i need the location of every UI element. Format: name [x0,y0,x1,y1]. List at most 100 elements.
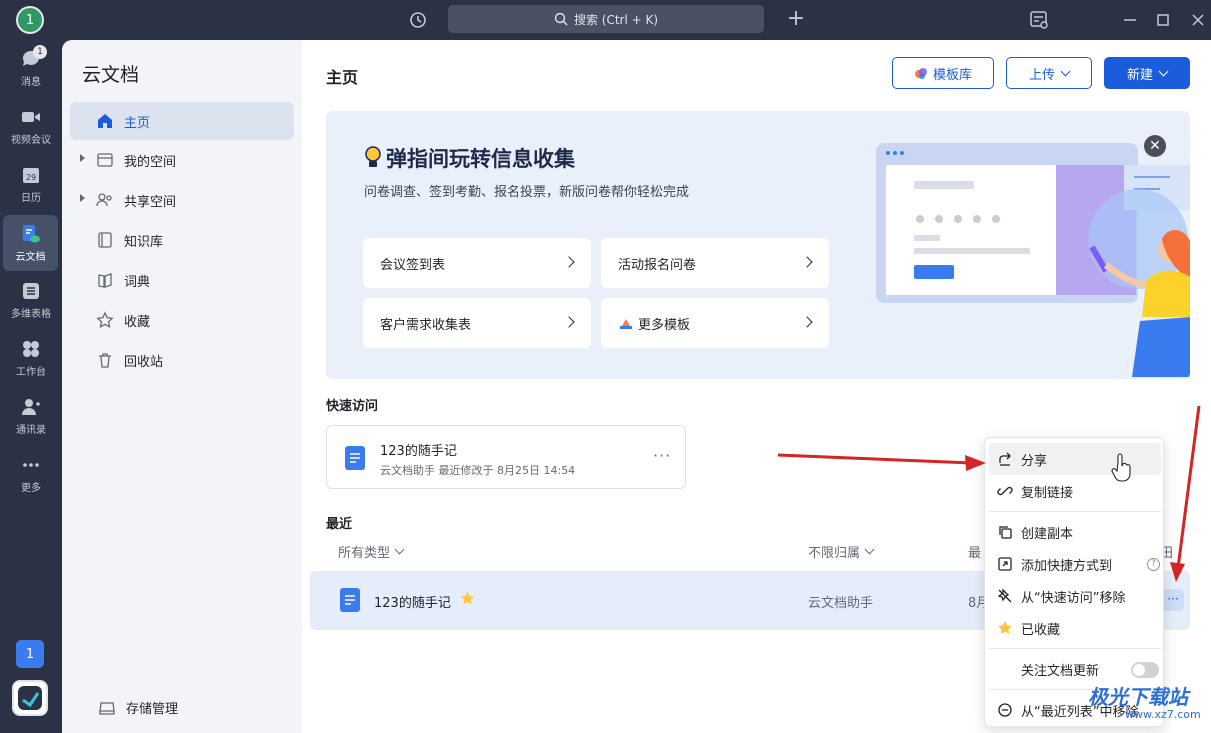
document-icon [340,588,360,612]
nav-more[interactable]: 更多 [0,446,62,502]
chevron-right-icon [801,256,813,268]
nav-messages[interactable]: 消息 1 [0,40,62,96]
sidebar-item-label: 词典 [124,274,151,290]
template-card[interactable]: 客户需求收集表 [363,298,591,348]
add-tab-icon[interactable]: + [784,7,808,31]
menu-item-duplicate[interactable]: 创建副本 [989,516,1161,548]
menu-item-remove-quick-access[interactable]: 从“快速访问”移除 [989,580,1161,612]
sidebar-item-favorites[interactable]: 收藏 [70,301,294,339]
workbench-icon [23,341,39,357]
new-button[interactable]: 新建 [1104,57,1190,89]
minimize-icon[interactable] [1118,8,1142,32]
sidebar-item-knowledge[interactable]: 知识库 [70,221,294,259]
banner-illustration [876,143,1190,377]
more-options-icon[interactable]: ··· [653,446,671,465]
upload-button[interactable]: 上传 [1006,57,1092,89]
sidebar-item-my-space[interactable]: 我的空间 [70,141,294,179]
shared-icon [96,193,112,207]
quick-access-card[interactable]: 123的随手记 云文档助手 最近修改于 8月25日 14:54 ··· [326,425,686,489]
notification-settings-icon[interactable] [1027,8,1051,32]
sidebar-item-trash[interactable]: 回收站 [70,341,294,379]
menu-divider [989,648,1161,649]
chevron-right-icon [801,316,813,328]
sidebar-item-label: 主页 [124,115,151,131]
storage-management[interactable]: 存储管理 [98,698,178,717]
nav-video[interactable]: 视频会议 [0,98,62,154]
column-header-partial[interactable]: 最 [968,542,981,561]
help-icon[interactable]: ? [1147,558,1160,571]
contacts-icon [22,399,40,415]
menu-item-add-shortcut[interactable]: 添加快捷方式到 ? [989,548,1161,580]
doc-name[interactable]: 123的随手记 [374,592,451,611]
star-icon [96,311,114,329]
sidebar-item-dictionary[interactable]: 词典 [70,261,294,299]
table-icon [23,283,39,299]
templates-icon [620,319,632,329]
svg-text:29: 29 [26,173,36,182]
expand-caret-icon[interactable] [80,194,85,202]
sidebar-item-label: 共享空间 [124,194,177,210]
dictionary-icon [98,273,112,288]
link-icon [997,486,1013,496]
quick-access-doc-meta: 云文档助手 最近修改于 8月25日 14:54 [380,464,576,477]
page-title: 主页 [326,68,359,87]
close-icon[interactable] [1186,8,1210,32]
quick-access-doc-name: 123的随手记 [380,444,457,459]
button-label: 新建 [1126,67,1153,83]
more-options-icon[interactable]: ··· [1162,589,1184,611]
history-icon[interactable] [406,8,430,32]
global-search[interactable]: 搜索 (Ctrl + K) [448,5,764,33]
menu-item-share[interactable]: 分享 [989,443,1161,475]
template-library-button[interactable]: 模板库 [892,57,994,89]
nav-contacts[interactable]: 通讯录 [0,388,62,444]
close-banner-icon[interactable]: ✕ [1144,135,1166,157]
nav-label: 视频会议 [11,135,51,146]
menu-item-label: 分享 [1021,453,1048,469]
nav-label: 日历 [21,193,41,204]
template-card-label: 客户需求收集表 [380,317,472,333]
menu-item-copy-link[interactable]: 复制链接 [989,475,1161,507]
banner-title: 弹指间玩转信息收集 [386,147,575,171]
sidebar-item-home[interactable]: 主页 [70,102,294,140]
nav-cloud-docs[interactable]: 云文档 [3,215,58,271]
menu-item-label: 复制链接 [1021,485,1074,501]
nav-calendar[interactable]: 29 日历 [0,156,62,212]
template-icon [914,68,927,79]
star-filled-icon [998,621,1012,634]
more-templates-card[interactable]: 更多模板 [601,298,829,348]
menu-item-favorited[interactable]: 已收藏 [989,612,1161,644]
promo-banner: 弹指间玩转信息收集 问卷调查、签到考勤、报名投票，新版问卷帮你轻松完成 会议签到… [326,111,1190,379]
starred-icon[interactable] [460,591,475,606]
nav-workbench[interactable]: 工作台 [0,330,62,386]
remove-icon [998,703,1012,717]
folder-icon [97,153,113,167]
title-bar: 1 搜索 (Ctrl + K) + [0,0,1211,40]
user-avatar[interactable]: 1 [16,6,44,34]
chevron-right-icon [563,316,575,328]
expand-caret-icon[interactable] [80,154,85,162]
maximize-icon[interactable] [1151,8,1175,32]
nav-label: 通讯录 [16,425,46,436]
nav-label: 多维表格 [11,309,51,320]
workspace-avatar[interactable]: 1 [16,640,44,668]
chevron-right-icon [563,256,575,268]
menu-item-label: 从“快速访问”移除 [1021,590,1126,606]
filter-label: 不限归属 [808,546,861,561]
template-card[interactable]: 活动报名问卷 [601,238,829,288]
owner-filter[interactable]: 不限归属 [808,542,875,561]
follow-updates-toggle[interactable] [1131,662,1159,678]
template-card[interactable]: 会议签到表 [363,238,591,288]
storage-icon [99,701,115,715]
nav-tables[interactable]: 多维表格 [0,272,62,328]
template-card-label: 活动报名问卷 [618,257,697,273]
nav-label: 更多 [21,483,41,494]
app-logo[interactable] [12,680,48,716]
type-filter[interactable]: 所有类型 [338,542,405,561]
chevron-down-icon [1158,66,1169,76]
sidebar-item-shared-space[interactable]: 共享空间 [70,181,294,219]
watermark-url: www.xz7.com [1125,708,1201,721]
storage-label: 存储管理 [126,702,179,717]
nav-label: 消息 [21,77,41,88]
sidebar-title: 云文档 [82,64,140,86]
recent-heading: 最近 [326,517,353,532]
